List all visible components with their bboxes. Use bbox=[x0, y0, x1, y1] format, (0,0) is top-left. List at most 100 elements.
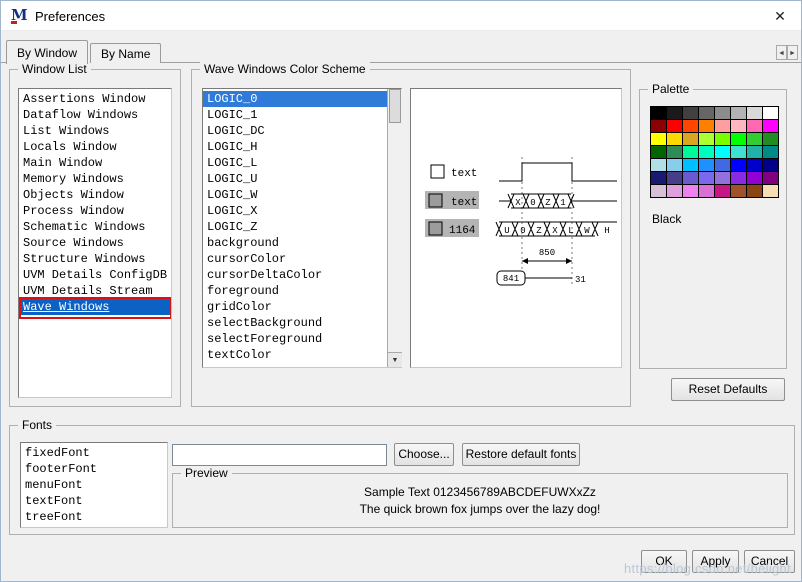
palette-swatch[interactable] bbox=[651, 185, 666, 197]
palette-swatch[interactable] bbox=[763, 146, 778, 158]
palette-swatch[interactable] bbox=[715, 107, 730, 119]
palette-swatch[interactable] bbox=[731, 107, 746, 119]
window-list-item[interactable]: Assertions Window bbox=[19, 91, 171, 107]
color-scheme-item[interactable]: foreground bbox=[203, 283, 401, 299]
restore-default-fonts-button[interactable]: Restore default fonts bbox=[462, 443, 580, 466]
color-scheme-item[interactable]: cursorDeltaColor bbox=[203, 267, 401, 283]
palette-swatch[interactable] bbox=[699, 120, 714, 132]
palette-swatch[interactable] bbox=[763, 185, 778, 197]
palette-swatch[interactable] bbox=[731, 120, 746, 132]
palette-swatch[interactable] bbox=[747, 146, 762, 158]
palette-swatch[interactable] bbox=[763, 107, 778, 119]
palette-swatch[interactable] bbox=[731, 185, 746, 197]
scrollbar-thumb[interactable] bbox=[389, 89, 401, 123]
window-list-item[interactable]: Dataflow Windows bbox=[19, 107, 171, 123]
window-list-item[interactable]: Source Windows bbox=[19, 235, 171, 251]
color-scheme-item[interactable]: selectForeground bbox=[203, 331, 401, 347]
apply-button[interactable]: Apply bbox=[692, 550, 739, 573]
color-scheme-item[interactable]: textColor bbox=[203, 347, 401, 363]
window-list-item[interactable]: List Windows bbox=[19, 123, 171, 139]
palette-swatch[interactable] bbox=[747, 159, 762, 171]
window-list-item[interactable]: Structure Windows bbox=[19, 251, 171, 267]
palette-swatch[interactable] bbox=[715, 133, 730, 145]
palette-swatch[interactable] bbox=[747, 133, 762, 145]
palette-swatch[interactable] bbox=[667, 172, 682, 184]
color-scheme-item[interactable]: LOGIC_Z bbox=[203, 219, 401, 235]
font-name-input[interactable] bbox=[172, 444, 387, 466]
font-list-item[interactable]: treeFont bbox=[21, 509, 167, 525]
palette-swatch[interactable] bbox=[747, 107, 762, 119]
palette-swatch[interactable] bbox=[699, 185, 714, 197]
palette-swatch[interactable] bbox=[651, 133, 666, 145]
choose-font-button[interactable]: Choose... bbox=[394, 443, 454, 466]
window-list-item[interactable]: Main Window bbox=[19, 155, 171, 171]
palette-swatch[interactable] bbox=[667, 120, 682, 132]
palette-swatch[interactable] bbox=[763, 172, 778, 184]
color-scheme-item[interactable]: LOGIC_U bbox=[203, 171, 401, 187]
palette-swatch[interactable] bbox=[731, 133, 746, 145]
palette-swatch[interactable] bbox=[747, 172, 762, 184]
tab-by-name[interactable]: By Name bbox=[90, 43, 161, 63]
window-list-item[interactable]: Memory Windows bbox=[19, 171, 171, 187]
cancel-button[interactable]: Cancel bbox=[744, 550, 795, 573]
palette-swatch[interactable] bbox=[763, 133, 778, 145]
palette-swatch[interactable] bbox=[699, 107, 714, 119]
palette-swatch[interactable] bbox=[715, 172, 730, 184]
palette-swatch[interactable] bbox=[683, 120, 698, 132]
palette-swatch[interactable] bbox=[715, 146, 730, 158]
scrollbar-down-icon[interactable]: ▼ bbox=[388, 352, 402, 367]
palette-swatch[interactable] bbox=[699, 172, 714, 184]
palette-swatch[interactable] bbox=[699, 159, 714, 171]
palette-swatch[interactable] bbox=[683, 146, 698, 158]
palette-swatch[interactable] bbox=[715, 159, 730, 171]
palette-swatch[interactable] bbox=[763, 120, 778, 132]
palette-swatch[interactable] bbox=[651, 146, 666, 158]
palette-swatch[interactable] bbox=[763, 159, 778, 171]
palette-swatch[interactable] bbox=[683, 107, 698, 119]
color-scheme-item[interactable]: LOGIC_0 bbox=[203, 91, 401, 107]
window-list-item[interactable]: Locals Window bbox=[19, 139, 171, 155]
palette-swatch[interactable] bbox=[715, 120, 730, 132]
tab-by-window[interactable]: By Window bbox=[6, 40, 88, 64]
palette-swatch[interactable] bbox=[683, 185, 698, 197]
tab-scroll-left-icon[interactable]: ◄ bbox=[776, 45, 787, 60]
window-list-item[interactable]: Objects Window bbox=[19, 187, 171, 203]
color-scheme-item[interactable]: background bbox=[203, 235, 401, 251]
color-scheme-item[interactable]: LOGIC_X bbox=[203, 203, 401, 219]
palette-swatch[interactable] bbox=[651, 120, 666, 132]
color-scheme-item[interactable]: gridColor bbox=[203, 299, 401, 315]
window-list-item[interactable]: UVM Details Stream bbox=[19, 283, 171, 299]
window-list-item[interactable]: UVM Details ConfigDB bbox=[19, 267, 171, 283]
color-list-scrollbar[interactable]: ▼ bbox=[387, 89, 402, 367]
palette-swatch[interactable] bbox=[667, 159, 682, 171]
color-scheme-item[interactable]: LOGIC_W bbox=[203, 187, 401, 203]
window-list-item[interactable]: Schematic Windows bbox=[19, 219, 171, 235]
palette-swatch[interactable] bbox=[651, 107, 666, 119]
reset-defaults-button[interactable]: Reset Defaults bbox=[671, 378, 785, 401]
font-list-item[interactable]: fixedFont bbox=[21, 445, 167, 461]
tab-scroll-right-icon[interactable]: ► bbox=[787, 45, 798, 60]
ok-button[interactable]: OK bbox=[641, 550, 687, 573]
palette-swatch[interactable] bbox=[683, 159, 698, 171]
window-list-item[interactable]: Wave Windows bbox=[19, 299, 171, 315]
palette-swatch[interactable] bbox=[731, 159, 746, 171]
palette-swatch[interactable] bbox=[651, 159, 666, 171]
palette-swatch[interactable] bbox=[667, 185, 682, 197]
font-list-item[interactable]: footerFont bbox=[21, 461, 167, 477]
palette-swatch[interactable] bbox=[747, 185, 762, 197]
color-scheme-item[interactable]: cursorColor bbox=[203, 251, 401, 267]
palette-swatch[interactable] bbox=[683, 172, 698, 184]
font-list-item[interactable]: textFont bbox=[21, 493, 167, 509]
palette-swatch[interactable] bbox=[731, 146, 746, 158]
color-scheme-item[interactable]: selectBackground bbox=[203, 315, 401, 331]
color-scheme-item[interactable]: LOGIC_1 bbox=[203, 107, 401, 123]
palette-swatch[interactable] bbox=[747, 120, 762, 132]
palette-swatch[interactable] bbox=[683, 133, 698, 145]
color-scheme-item[interactable]: LOGIC_H bbox=[203, 139, 401, 155]
palette-swatch[interactable] bbox=[715, 185, 730, 197]
palette-swatch[interactable] bbox=[667, 133, 682, 145]
color-scheme-item[interactable]: LOGIC_L bbox=[203, 155, 401, 171]
palette-swatch[interactable] bbox=[731, 172, 746, 184]
palette-swatch[interactable] bbox=[667, 146, 682, 158]
palette-swatch[interactable] bbox=[667, 107, 682, 119]
